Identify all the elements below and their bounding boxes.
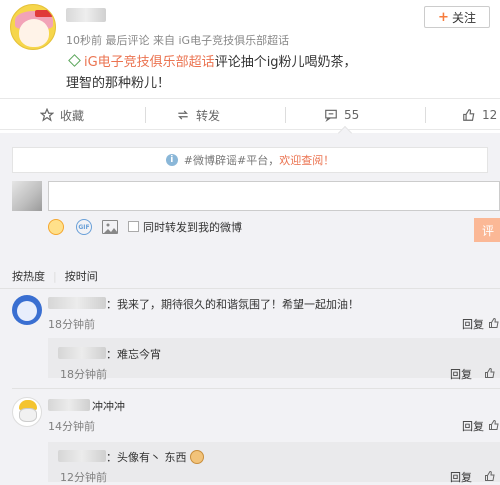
sort-by-hot[interactable]: 按热度 (12, 270, 45, 283)
commenter-avatar[interactable] (12, 397, 42, 427)
comment-text: 冲冲冲 (92, 400, 125, 413)
comment-icon (325, 109, 337, 122)
supertopic-icon (68, 54, 81, 67)
repost-button[interactable]: 转发 (176, 99, 220, 131)
comment-button[interactable]: 55 (324, 99, 359, 131)
sort-by-time[interactable]: 按时间 (65, 270, 98, 283)
plus-icon: + (438, 9, 449, 25)
author-avatar[interactable] (10, 4, 56, 50)
post-meta: 10秒前 最后评论 来自 iG电子竞技俱乐部超话 (66, 34, 290, 47)
commenter-name-blurred[interactable] (48, 399, 90, 411)
sync-repost-checkbox[interactable] (128, 221, 139, 232)
my-avatar (12, 181, 42, 211)
commenter-name-blurred[interactable] (48, 297, 106, 309)
thumbs-up-icon[interactable] (484, 367, 496, 379)
comment-text: ：我来了，期待很久的和谐氛围了！希望一起加油！ (106, 298, 359, 311)
post-text: iG电子竞技俱乐部超话评论抽个ig粉儿喝奶茶， 理智的那种粉儿！ (66, 54, 357, 91)
info-icon: i (165, 154, 178, 166)
sort-bar: 按热度 | 按时间 (12, 270, 98, 283)
author-name-blurred[interactable] (66, 8, 106, 22)
thumbs-up-icon[interactable] (484, 470, 496, 482)
emoji-icon[interactable] (48, 219, 64, 235)
supertopic-link[interactable]: iG电子竞技俱乐部超话 (84, 55, 215, 70)
submit-comment-button[interactable]: 评 (474, 218, 500, 242)
follow-button[interactable]: + 关注 (424, 6, 490, 28)
reply-link[interactable]: 回复 (450, 366, 472, 382)
like-button[interactable]: 12 (462, 99, 497, 131)
comment-input[interactable] (48, 181, 500, 211)
sub-comment-text: ：头像有丶 东西 (106, 449, 204, 465)
thumbs-up-icon[interactable] (488, 317, 500, 329)
thumbs-up-icon[interactable] (488, 419, 500, 431)
sub-comment-text: ：难忘今宵 (106, 348, 161, 361)
star-icon (40, 108, 54, 122)
reply-link[interactable]: 回复 (462, 316, 484, 332)
commenter-avatar[interactable] (12, 295, 42, 325)
comment-time: 14分钟前 (48, 420, 95, 433)
sub-comment-time: 12分钟前 (60, 471, 107, 484)
rumor-notice[interactable]: i #微博辟谣#平台， 欢迎查阅！ (12, 147, 488, 173)
sync-repost-label: 同时转发到我的微博 (143, 221, 242, 234)
subcommenter-name-blurred[interactable] (58, 450, 106, 462)
subcommenter-name-blurred[interactable] (58, 347, 106, 359)
gif-icon[interactable]: GIF (76, 219, 92, 235)
action-bar: 收藏 转发 55 12 (0, 98, 500, 130)
favorite-button[interactable]: 收藏 (40, 99, 84, 131)
reply-link[interactable]: 回复 (462, 418, 484, 434)
reply-link[interactable]: 回复 (450, 469, 472, 485)
repost-icon (178, 110, 188, 120)
comment-time: 18分钟前 (48, 318, 95, 331)
sub-comment-time: 18分钟前 (60, 368, 107, 381)
thumbs-up-icon (463, 109, 475, 121)
image-icon[interactable] (102, 220, 118, 234)
doge-emoji-icon (190, 450, 204, 464)
